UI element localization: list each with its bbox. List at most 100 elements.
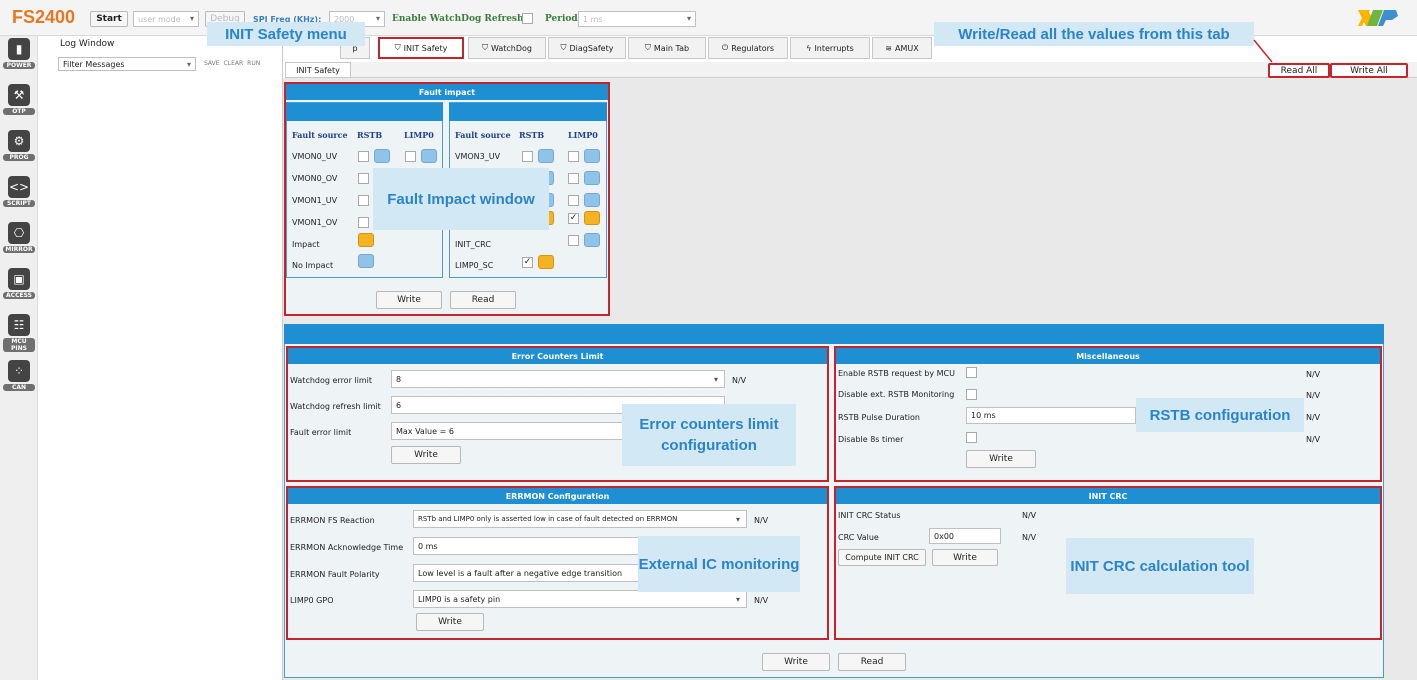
fault-row-label: LIMP0_SC bbox=[455, 261, 494, 270]
fault-impact-window-callout: Fault Impact window bbox=[373, 168, 549, 230]
errmon-fs-reaction-select[interactable]: RSTb and LIMP0 only is asserted low in c… bbox=[413, 510, 747, 528]
sidebar-item-script[interactable]: <> SCRIPT bbox=[3, 176, 35, 207]
misc-write-button[interactable]: Write bbox=[966, 450, 1036, 468]
sidebar-item-label: OTP bbox=[3, 108, 35, 115]
hammer-icon: ⚒ bbox=[8, 84, 30, 106]
col-rstb: RSTB bbox=[357, 130, 383, 140]
read-all-button[interactable]: Read All bbox=[1268, 63, 1330, 78]
sidebar-item-label: CAN bbox=[3, 384, 35, 391]
rstb-checkbox[interactable] bbox=[358, 151, 369, 162]
filter-messages-select[interactable]: Filter Messages ▾ bbox=[58, 57, 196, 71]
limp0-checkbox[interactable] bbox=[568, 195, 579, 206]
rstb-pulse-duration-select[interactable]: 10 ms bbox=[966, 407, 1136, 424]
error-counters-callout: Error counters limit configuration bbox=[622, 404, 796, 466]
sidebar-item-mcu-pins[interactable]: ☷ MCU PINS bbox=[3, 314, 35, 352]
watchdog-error-limit-na: N/V bbox=[732, 376, 747, 385]
sidebar-item-label: POWER bbox=[3, 62, 35, 69]
tab-interrupts-label: Interrupts bbox=[814, 43, 854, 53]
lightning-icon: ϟ bbox=[806, 43, 812, 53]
tab-amux[interactable]: ≋ AMUX bbox=[872, 37, 932, 59]
clear-log-button[interactable]: CLEAR bbox=[224, 60, 244, 67]
run-log-button[interactable]: RUN bbox=[247, 60, 260, 67]
watchdog-error-limit-select[interactable]: 8 ▾ bbox=[391, 370, 725, 388]
power-icon: ▮ bbox=[8, 38, 30, 60]
limp0-checkbox[interactable] bbox=[568, 151, 579, 162]
start-button[interactable]: Start bbox=[90, 11, 128, 27]
save-log-button[interactable]: SAVE bbox=[204, 60, 220, 67]
fault-row-label: VMON1_OV bbox=[292, 218, 338, 227]
mode-value: user mode bbox=[138, 14, 181, 24]
errmon-fault-polarity-value: Low level is a fault after a negative ed… bbox=[418, 568, 623, 578]
enable-rstb-request-checkbox[interactable] bbox=[966, 367, 977, 378]
error-counters-write-button[interactable]: Write bbox=[391, 446, 461, 464]
limp0-checkbox[interactable] bbox=[568, 235, 579, 246]
tab-watchdog-label: WatchDog bbox=[490, 43, 533, 53]
code-icon: <> bbox=[8, 176, 30, 198]
rstb-pulse-duration-value: 10 ms bbox=[971, 411, 996, 420]
sidebar-item-can[interactable]: ⁘ CAN bbox=[3, 360, 35, 391]
period-select[interactable]: 1 ms ▾ bbox=[578, 11, 696, 27]
rstb-checkbox[interactable] bbox=[358, 195, 369, 206]
fault-write-button[interactable]: Write bbox=[376, 291, 442, 309]
tab-diagsafety[interactable]: ⛉ DiagSafety bbox=[548, 37, 626, 59]
mode-select[interactable]: user mode ▾ bbox=[133, 11, 199, 27]
limp0-checkbox[interactable]: ✓ bbox=[568, 213, 579, 224]
sidebar-item-prog[interactable]: ⚙ PROG bbox=[3, 130, 35, 161]
init-crc-title: INIT CRC bbox=[836, 488, 1380, 504]
disable-rstb-monitoring-label: Disable ext. RSTB Monitoring bbox=[838, 390, 955, 399]
tab-init-safety[interactable]: ⛉ INIT Safety bbox=[378, 37, 464, 59]
limp0-gpo-select[interactable]: LIMP0 is a safety pin ▾ bbox=[413, 590, 747, 608]
rstb-checkbox[interactable] bbox=[522, 151, 533, 162]
sidebar-item-label: MIRROR bbox=[3, 246, 35, 253]
disable-8s-timer-checkbox[interactable] bbox=[966, 432, 977, 443]
limp0-checkbox[interactable] bbox=[568, 173, 579, 184]
sidebar-item-mirror[interactable]: ⎔ MIRROR bbox=[3, 222, 35, 253]
can-icon: ⁘ bbox=[8, 360, 30, 382]
rstb-status bbox=[538, 149, 554, 163]
right-group-header bbox=[449, 103, 607, 121]
rstb-checkbox[interactable]: ✓ bbox=[522, 257, 533, 268]
chevron-down-icon: ▾ bbox=[735, 594, 740, 604]
enable-rstb-request-label: Enable RSTB request by MCU bbox=[838, 369, 955, 378]
limp0-gpo-label: LIMP0 GPO bbox=[290, 596, 334, 605]
bottom-write-button[interactable]: Write bbox=[762, 653, 830, 671]
errmon-title: ERRMON Configuration bbox=[288, 488, 827, 504]
rstb-status bbox=[374, 149, 390, 163]
fault-impact-title: Fault impact bbox=[286, 84, 608, 100]
col-rstb-right: RSTB bbox=[519, 130, 545, 140]
limp0-status bbox=[421, 149, 437, 163]
watchdog-refresh-label: Enable WatchDog Refresh bbox=[392, 14, 524, 24]
bottom-read-button[interactable]: Read bbox=[838, 653, 906, 671]
chevron-down-icon: ▾ bbox=[375, 14, 380, 23]
errmon-write-button[interactable]: Write bbox=[416, 613, 484, 631]
callout-pointer-line bbox=[1253, 39, 1273, 63]
error-counters-title: Error Counters Limit bbox=[288, 348, 827, 364]
safety-config-header bbox=[284, 324, 1384, 344]
write-all-button[interactable]: Write All bbox=[1330, 63, 1408, 78]
fault-row-label: VMON1_UV bbox=[292, 196, 338, 205]
compute-init-crc-button[interactable]: Compute INIT CRC bbox=[838, 549, 926, 566]
rstb-checkbox[interactable] bbox=[358, 173, 369, 184]
sidebar-item-power[interactable]: ▮ POWER bbox=[3, 38, 35, 69]
fault-row-label: INIT_CRC bbox=[455, 240, 491, 249]
power-icon: ⏻ bbox=[721, 43, 729, 52]
init-crc-write-button[interactable]: Write bbox=[932, 549, 998, 566]
tab-interrupts[interactable]: ϟ Interrupts bbox=[790, 37, 870, 59]
crc-value-field[interactable]: 0x00 bbox=[929, 528, 1001, 544]
sidebar-item-access[interactable]: ▣ ACCESS bbox=[3, 268, 35, 299]
disable-rstb-monitoring-checkbox[interactable] bbox=[966, 389, 977, 400]
rstb-pulse-duration-label: RSTB Pulse Duration bbox=[838, 413, 920, 422]
disable-rstb-monitoring-na: N/V bbox=[1306, 391, 1321, 400]
shield-icon: ⛉ bbox=[481, 43, 488, 52]
subtab-init-safety[interactable]: INIT Safety bbox=[285, 62, 351, 78]
fault-read-button[interactable]: Read bbox=[450, 291, 516, 309]
limp0-checkbox[interactable] bbox=[405, 151, 416, 162]
tab-watchdog[interactable]: ⛉ WatchDog bbox=[468, 37, 546, 59]
sidebar-item-otp[interactable]: ⚒ OTP bbox=[3, 84, 35, 115]
tab-main[interactable]: ⛉ Main Tab bbox=[628, 37, 706, 59]
limp0-status bbox=[584, 149, 600, 163]
rstb-checkbox[interactable] bbox=[358, 217, 369, 228]
errmon-fs-reaction-na: N/V bbox=[754, 516, 769, 525]
tab-regulators[interactable]: ⏻ Regulators bbox=[708, 37, 788, 59]
watchdog-refresh-checkbox[interactable] bbox=[522, 13, 533, 24]
